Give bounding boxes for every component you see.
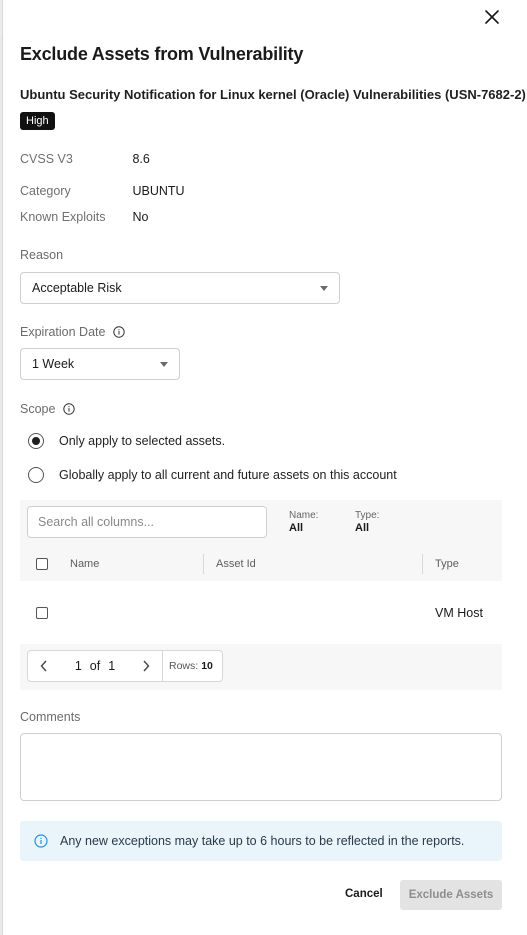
filter-value: All (289, 522, 304, 534)
detail-row-cvss: CVSS V3 8.6 (20, 152, 150, 166)
chevron-down-icon (320, 285, 328, 291)
exclude-assets-button[interactable]: Exclude Assets (400, 880, 502, 910)
filter-label: Type: (355, 510, 380, 521)
chevron-left-icon (40, 660, 47, 672)
column-divider[interactable] (203, 554, 204, 574)
radio-button[interactable] (28, 467, 44, 483)
scope-option-selected-assets[interactable]: Only apply to selected assets. (28, 433, 225, 449)
close-button[interactable] (481, 6, 503, 28)
select-all-checkbox-cell (36, 548, 48, 580)
table-header: Name Asset Id Type (20, 548, 502, 580)
filter-value: All (355, 522, 370, 534)
detail-value: UBUNTU (132, 184, 185, 198)
chevron-down-icon (160, 361, 168, 367)
radio-label: Globally apply to all current and future… (59, 468, 397, 482)
detail-row-known-exploits: Known Exploits No (20, 210, 148, 224)
info-icon[interactable] (63, 403, 76, 415)
filter-label: Name: (289, 510, 319, 521)
expiration-select-value: 1 Week (32, 357, 75, 371)
expiration-label: Expiration Date (20, 325, 126, 339)
row-checkbox-cell (36, 597, 48, 629)
detail-value: 8.6 (132, 152, 150, 166)
cancel-button[interactable]: Cancel (345, 888, 383, 900)
scope-option-global[interactable]: Globally apply to all current and future… (28, 467, 397, 483)
select-all-checkbox[interactable] (36, 558, 48, 570)
modal-title: Exclude Assets from Vulnerability (20, 44, 304, 64)
reason-select-value: Acceptable Risk (32, 281, 122, 295)
radio-button-checked[interactable] (28, 433, 44, 449)
detail-value: No (132, 210, 149, 224)
reason-label: Reason (20, 248, 63, 262)
next-page-button[interactable] (130, 651, 162, 681)
detail-label: Category (20, 184, 71, 198)
reason-label-text: Reason (20, 248, 64, 262)
info-icon (34, 834, 48, 848)
column-header-asset-id[interactable]: Asset Id (216, 548, 256, 580)
chevron-right-icon (143, 660, 150, 672)
column-divider[interactable] (422, 554, 423, 574)
detail-label: Known Exploits (20, 210, 106, 224)
table-row[interactable]: VM Host (20, 581, 502, 644)
notice-text: Any new exceptions may take up to 6 hour… (60, 834, 465, 848)
prev-page-button[interactable] (28, 651, 60, 681)
expiration-label-text: Expiration Date (20, 325, 106, 339)
expiration-select[interactable]: 1 Week (20, 348, 180, 380)
total-pages: 1 (108, 659, 116, 673)
page-of-label: of (89, 659, 101, 673)
column-header-type[interactable]: Type (435, 548, 459, 580)
rows-label: Rows: (169, 660, 199, 672)
column-header-name[interactable]: Name (70, 548, 99, 580)
exclude-assets-modal: Exclude Assets from Vulnerability Ubuntu… (2, 0, 527, 935)
search-input[interactable]: Search all columns... (27, 506, 267, 538)
name-filter[interactable]: Name: All (289, 510, 318, 534)
rows-per-page-select[interactable]: Rows: 10 (162, 651, 222, 681)
rows-value: 10 (201, 660, 213, 672)
reason-select[interactable]: Acceptable Risk (20, 272, 340, 304)
comments-label: Comments (20, 710, 81, 724)
info-icon[interactable] (113, 326, 126, 338)
current-page[interactable]: 1 (75, 659, 82, 673)
radio-label: Only apply to selected assets. (59, 434, 226, 448)
pagination: 1 of 1 Rows: 10 (27, 650, 223, 682)
severity-badge: High (20, 112, 55, 130)
close-icon (485, 10, 499, 24)
info-notice: Any new exceptions may take up to 6 hour… (20, 821, 502, 861)
page-indicator: 1 of 1 (60, 659, 130, 673)
detail-row-category: Category UBUNTU (20, 184, 185, 198)
row-checkbox[interactable] (36, 607, 48, 619)
type-filter[interactable]: Type: All (355, 510, 379, 534)
scope-label-text: Scope (20, 402, 56, 416)
scope-label: Scope (20, 402, 76, 416)
assets-table: Search all columns... Name: All Type: Al… (20, 500, 502, 690)
vulnerability-name: Ubuntu Security Notification for Linux k… (20, 87, 526, 102)
detail-label: CVSS V3 (20, 152, 73, 166)
cell-type: VM Host (435, 606, 483, 620)
comments-textarea[interactable] (20, 733, 502, 801)
